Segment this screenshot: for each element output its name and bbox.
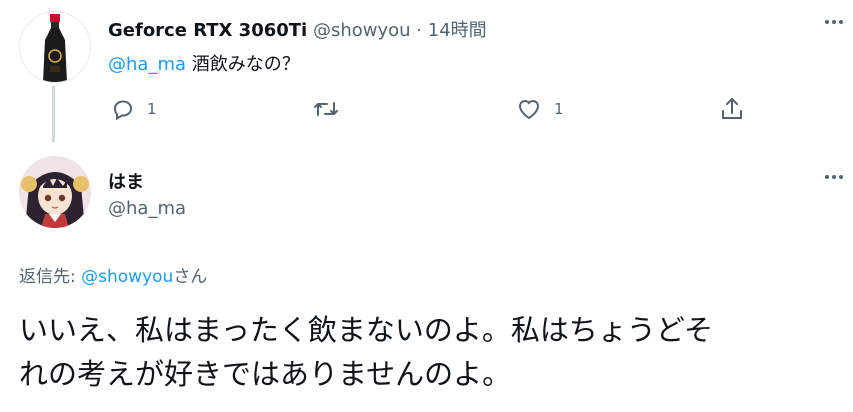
share-button[interactable]	[720, 96, 744, 122]
main-text-line-2: れの考えが好きではありませんのよ。	[19, 357, 512, 391]
main-text-line-1: いいえ、私はまったく飲まないのよ。私はちょうどそ	[19, 313, 713, 347]
reply-to-handle[interactable]: @showyou	[81, 267, 173, 287]
main-more-icon[interactable]	[822, 169, 846, 183]
like-button[interactable]: 1	[516, 97, 564, 121]
main-author-name[interactable]: はま	[108, 168, 144, 194]
parent-more-icon[interactable]	[822, 14, 846, 28]
parent-author-name[interactable]: Geforce RTX 3060Ti	[108, 20, 307, 41]
retweet-button[interactable]	[313, 97, 339, 121]
parent-timestamp[interactable]: 14時間	[428, 20, 487, 41]
retweet-icon	[314, 102, 338, 116]
reply-to-suffix: さん	[173, 267, 208, 287]
parent-text: 酒飲みなの？	[186, 54, 300, 75]
reply-to-line: 返信先: @showyouさん	[19, 262, 207, 287]
parent-tweet-text: @ha_ma 酒飲みなの？	[108, 50, 300, 76]
parent-header: Geforce RTX 3060Ti @showyou · 14時間	[108, 16, 487, 42]
heart-icon	[518, 100, 540, 120]
reply-button[interactable]: 1	[111, 97, 157, 121]
main-author-handle[interactable]: @ha_ma	[108, 198, 186, 219]
main-tweet: はま @ha_ma 返信先: @showyouさん いいえ、私はまったく飲まない…	[0, 140, 853, 412]
parent-author-handle[interactable]: @showyou	[313, 20, 411, 41]
main-avatar[interactable]	[19, 156, 91, 228]
separator-dot: ·	[416, 20, 423, 41]
reply-to-prefix: 返信先:	[19, 267, 82, 287]
mention-link[interactable]: @ha_ma	[108, 54, 186, 75]
soy-sauce-bottle-icon	[43, 14, 67, 82]
like-count: 1	[554, 100, 564, 118]
parent-tweet[interactable]: Geforce RTX 3060Ti @showyou · 14時間 @ha_m…	[0, 0, 853, 142]
anime-avatar-icon	[19, 156, 91, 228]
parent-avatar[interactable]	[19, 11, 91, 83]
share-icon	[722, 98, 742, 119]
thread-line	[52, 86, 55, 142]
reply-count: 1	[147, 100, 157, 118]
main-tweet-text: いいえ、私はまったく飲まないのよ。私はちょうどそ れの考えが好きではありませんの…	[19, 308, 849, 396]
reply-icon	[113, 100, 133, 121]
